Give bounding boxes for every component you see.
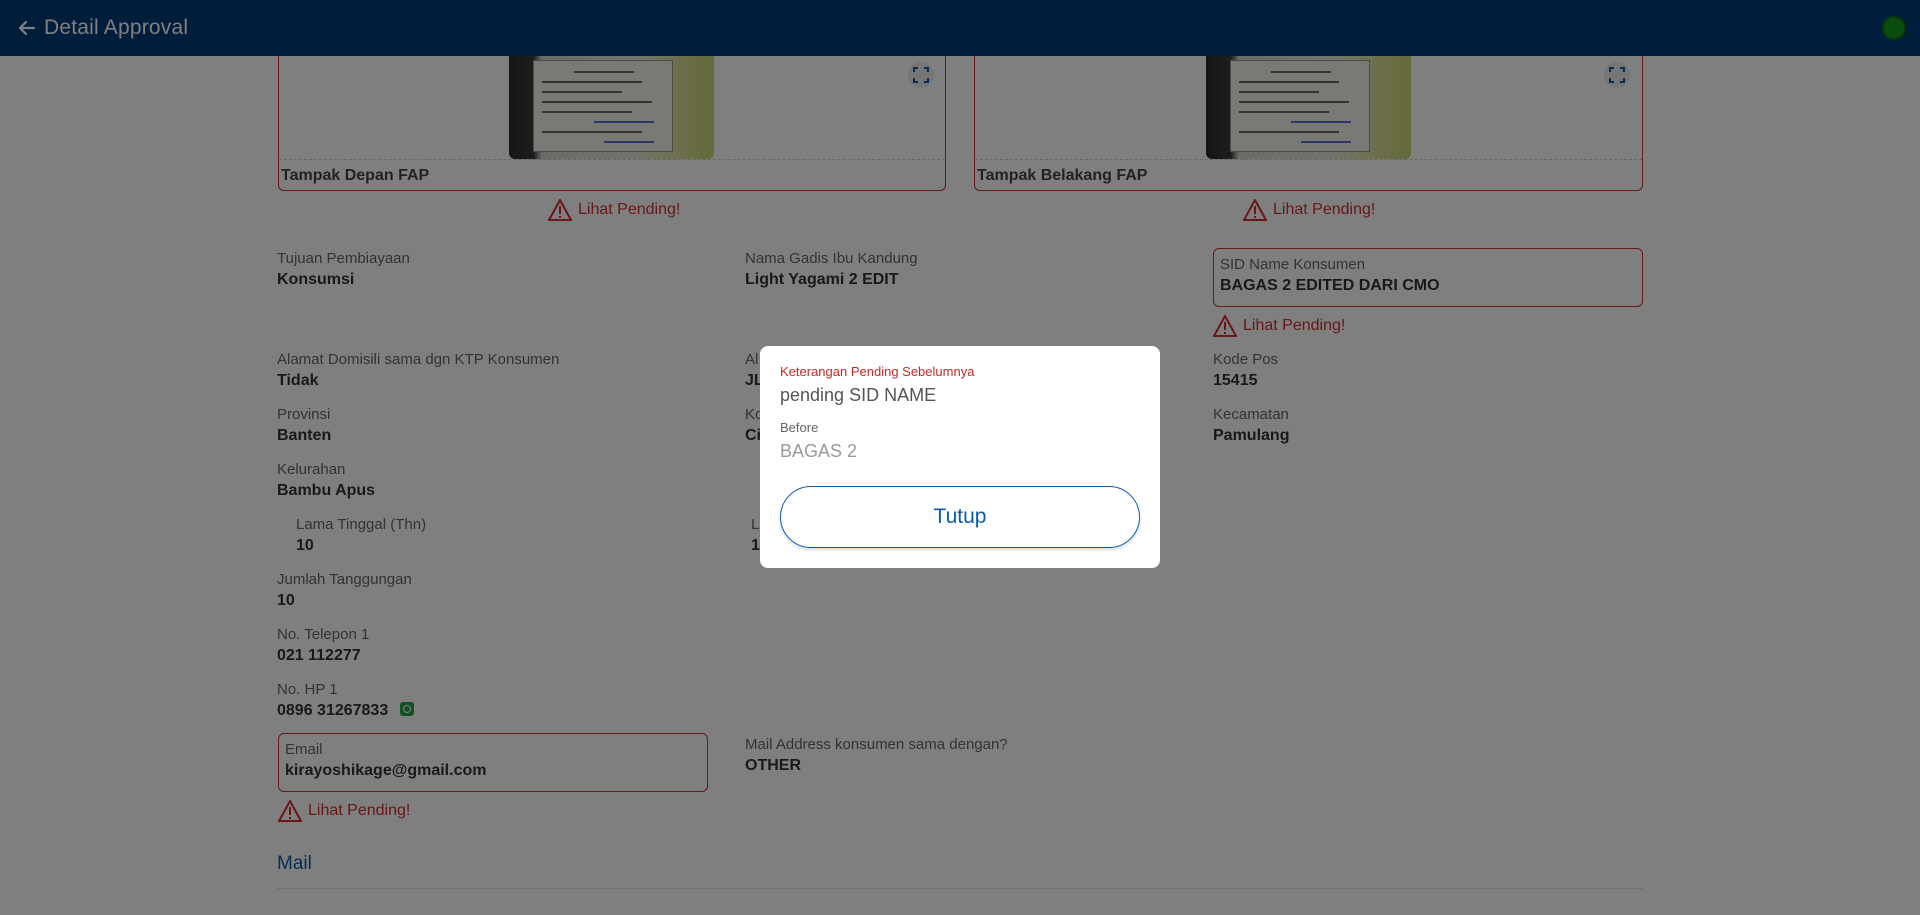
pending-modal: Keterangan Pending Sebelumnya pending SI… [760, 346, 1160, 568]
close-button[interactable]: Tutup [780, 486, 1140, 548]
modal-before-value: BAGAS 2 [780, 441, 858, 461]
modal-before-label: Before [780, 420, 819, 435]
modal-pending-text: pending SID NAME [780, 385, 937, 405]
modal-title: Keterangan Pending Sebelumnya [780, 364, 975, 379]
